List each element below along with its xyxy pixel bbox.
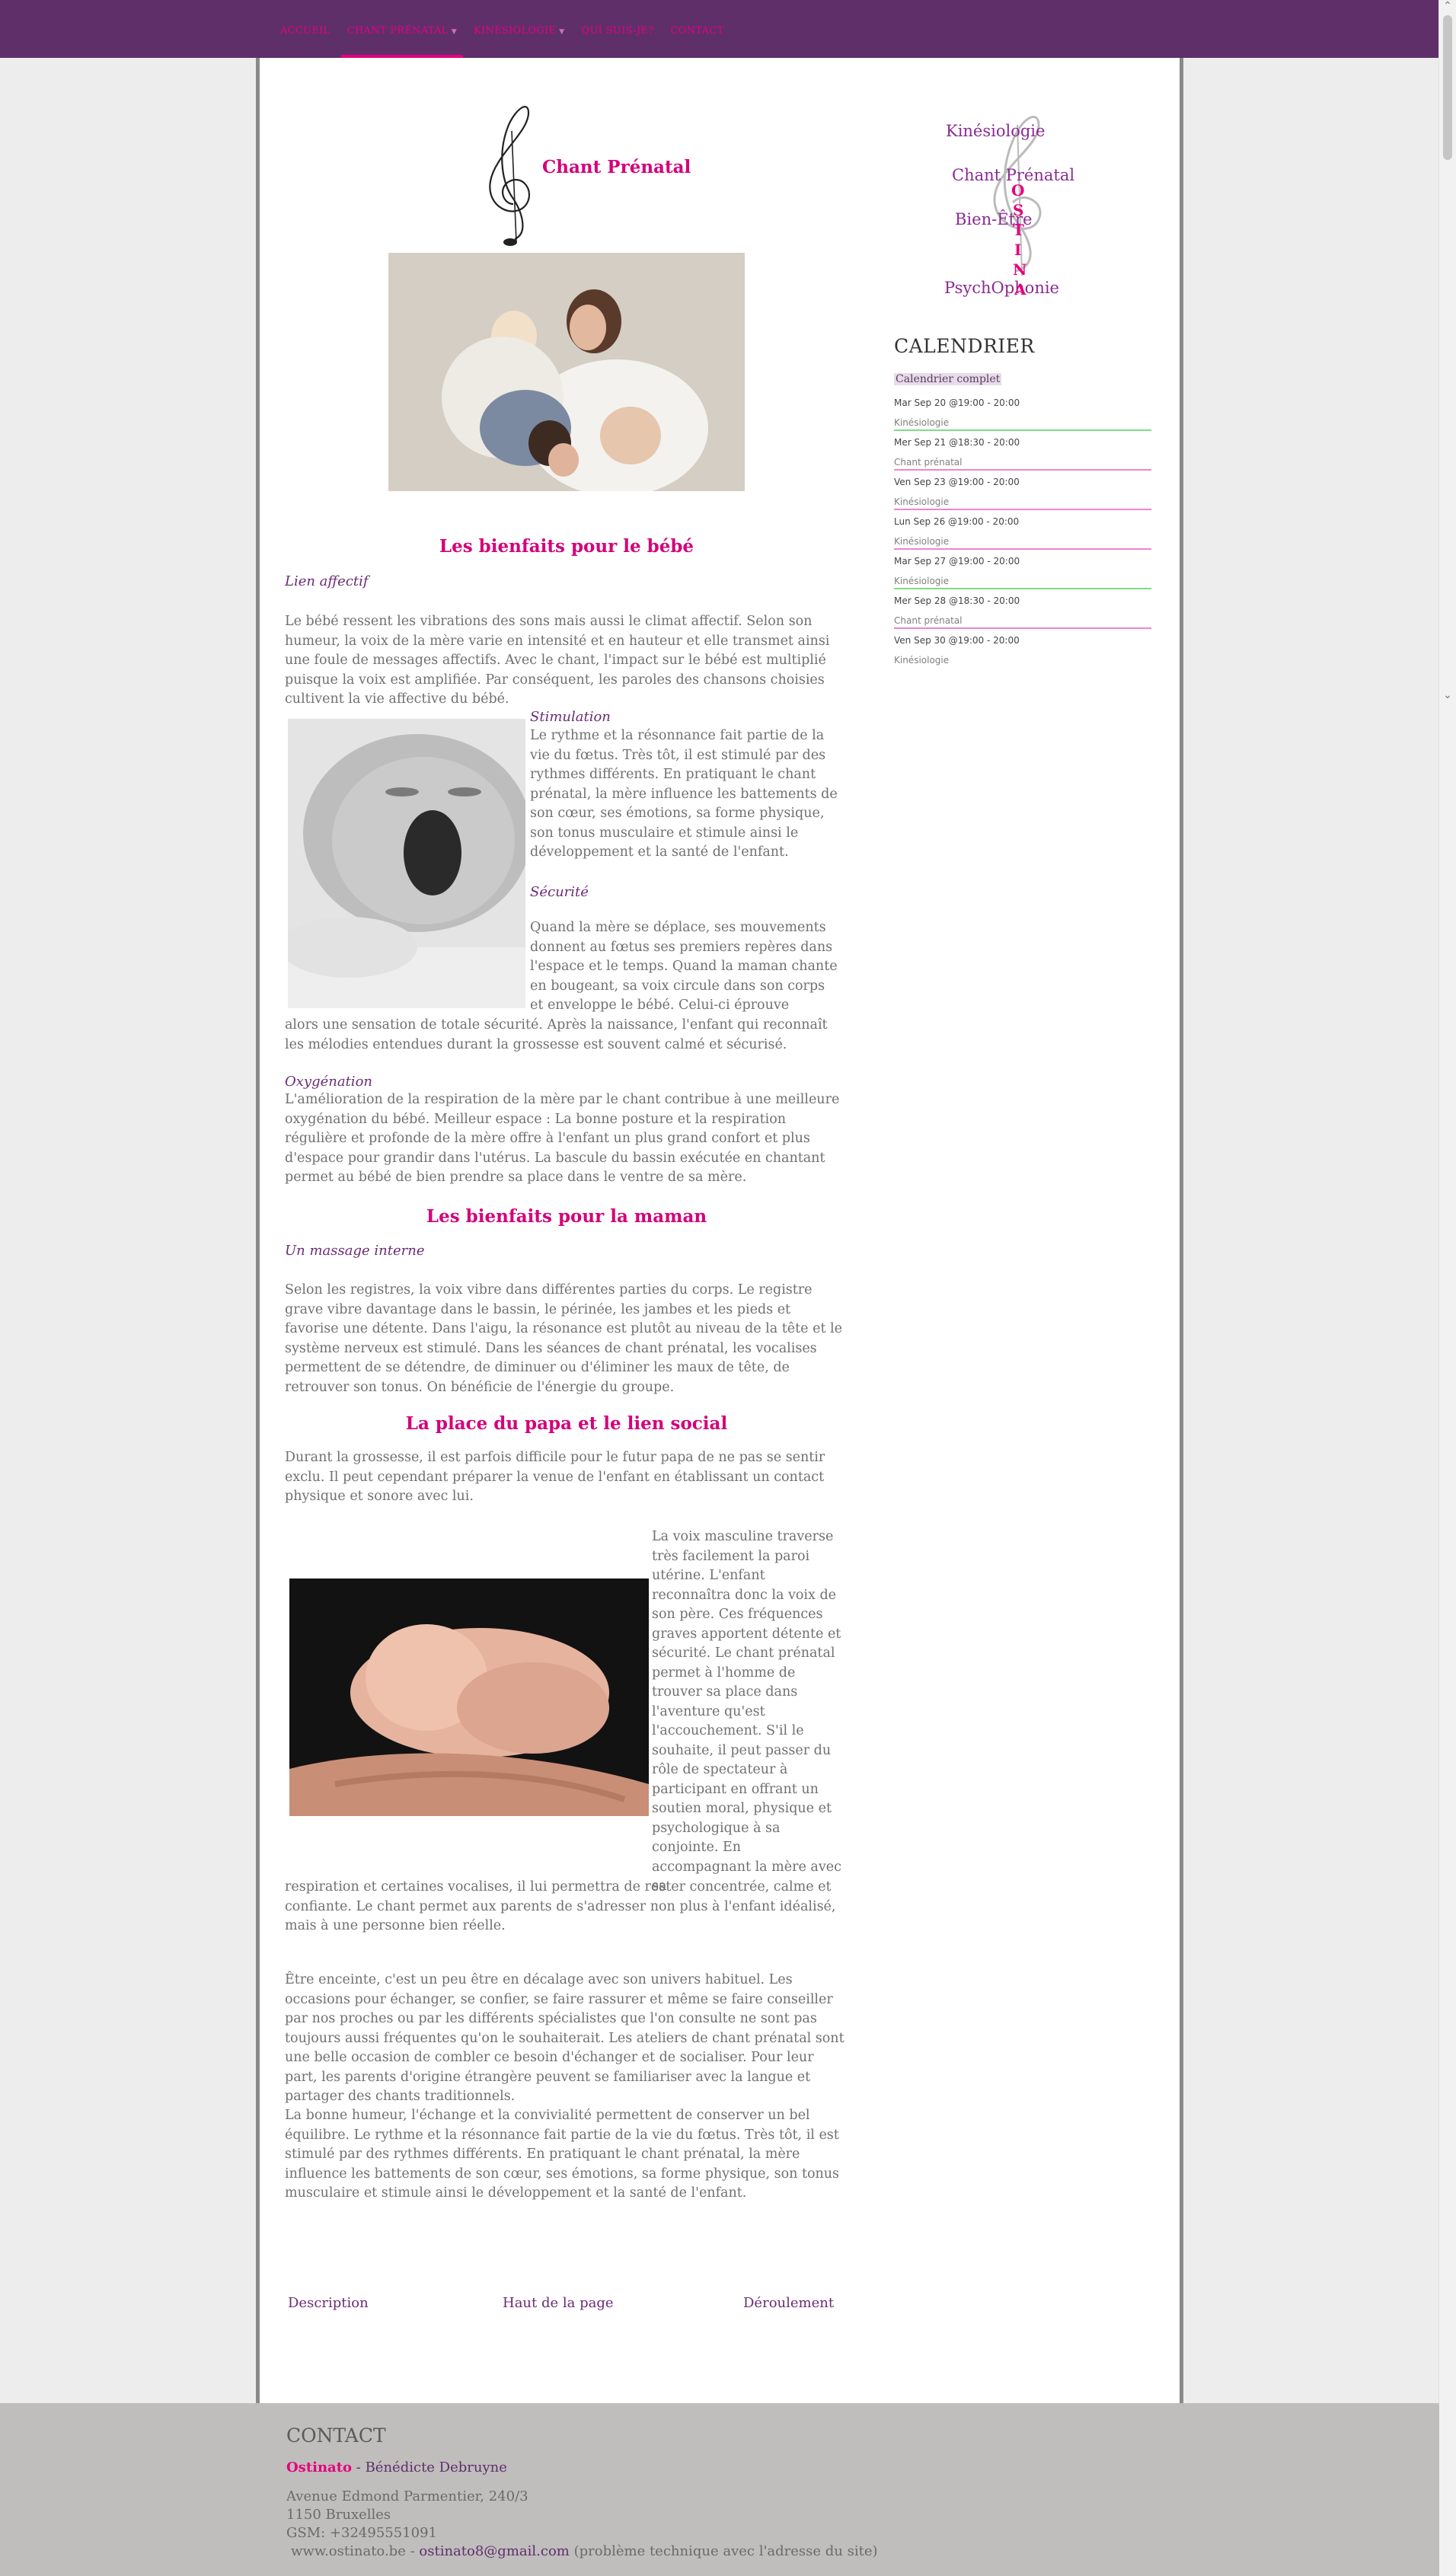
calendar-event[interactable]: Ven Sep 23 @19:00 - 20:00 Kinésiologie xyxy=(894,471,1151,510)
subtitle-securite: Sécurité xyxy=(530,884,589,900)
papa-text: Durant la grossesse, il est parfois diff… xyxy=(285,1450,825,1504)
full-calendar-link[interactable]: Calendrier complet xyxy=(894,373,1002,385)
stimulation-text: Le rythme et la résonnance fait partie d… xyxy=(530,728,838,860)
scroll-down-icon[interactable]: ⌄ xyxy=(1439,689,1456,701)
nav-label: CONTACT xyxy=(670,25,724,37)
footer-note: (problème technique avec l'adresse du si… xyxy=(569,2543,878,2559)
family-photo xyxy=(388,253,745,491)
calendar-events: Mar Sep 20 @19:00 - 20:00 Kinésiologie M… xyxy=(894,391,1151,669)
footer: CONTACT Ostinato - Bénédicte Debruyne Av… xyxy=(0,2403,1439,2576)
email-separator: - xyxy=(405,2543,420,2559)
event-date: Mar Sep 20 @19:00 - 20:00 xyxy=(894,397,1020,408)
page-title: Chant Prénatal xyxy=(542,157,691,177)
calendar-event[interactable]: Mar Sep 27 @19:00 - 20:00 Kinésiologie xyxy=(894,550,1151,589)
event-category: Kinésiologie xyxy=(894,417,950,428)
oxygenation-text: L'amélioration de la respiration de la m… xyxy=(285,1092,840,1185)
subtitle-massage: Un massage interne xyxy=(285,1243,425,1259)
treble-clef-logo xyxy=(468,90,551,250)
subtitle-oxygenation: Oxygénation xyxy=(285,1074,372,1090)
nav-label: QUI SUIS-JE? xyxy=(581,25,654,37)
main-menu: ACCUEIL CHANT PRÉNATAL ▼ KINÉSIOLOGIE ▼ QU… xyxy=(274,0,734,58)
logo-letter: A xyxy=(1014,280,1027,298)
voix-text-cont: respiration et certaines vocalises, il l… xyxy=(285,1879,836,1933)
nav-label: KINÉSIOLOGIE xyxy=(473,25,557,37)
brand-name: Ostinato xyxy=(286,2459,353,2475)
event-category: Chant prénatal xyxy=(894,615,963,626)
section-title-papa: La place du papa et le lien social xyxy=(405,1413,728,1434)
link-deroulement[interactable]: Déroulement xyxy=(743,2295,834,2311)
nav-accueil[interactable]: ACCUEIL xyxy=(274,0,337,58)
section-title-bebe: Les bienfaits pour le bébé xyxy=(439,536,694,557)
event-category: Kinésiologie xyxy=(894,536,950,547)
calendar-event[interactable]: Mer Sep 28 @18:30 - 20:00 Chant prénatal xyxy=(894,589,1151,629)
gsm-number: GSM: +32495551091 xyxy=(286,2525,437,2541)
logo-letter: N xyxy=(1013,260,1027,279)
vertical-scrollbar[interactable]: ⌃ ⌄ xyxy=(1438,0,1456,2576)
owner-name: Bénédicte Debruyne xyxy=(365,2459,507,2475)
scrollbar-thumb[interactable] xyxy=(1443,15,1452,160)
calendar-event[interactable]: Lun Sep 26 @19:00 - 20:00 Kinésiologie xyxy=(894,510,1151,550)
yawning-baby-photo xyxy=(288,719,525,1008)
nav-chant-prenatal[interactable]: CHANT PRÉNATAL ▼ xyxy=(340,0,463,58)
subtitle-stimulation: Stimulation xyxy=(530,709,611,725)
footer-brand-line: Ostinato - Bénédicte Debruyne xyxy=(286,2459,507,2475)
logo-word: PsychOphonie xyxy=(944,279,1059,297)
logo-letter: I xyxy=(1014,241,1022,259)
humeur-text: La bonne humeur, l'échange et la convivi… xyxy=(285,2108,840,2201)
calendar-event[interactable]: Mer Sep 21 @18:30 - 20:00 Chant prénatal xyxy=(894,431,1151,471)
logo-word: Kinésiologie xyxy=(946,122,1046,140)
address-line-2: 1150 Bruxelles xyxy=(286,2507,391,2523)
address-line-1: Avenue Edmond Parmentier, 240/3 xyxy=(286,2488,528,2504)
nav-label: CHANT PRÉNATAL xyxy=(346,25,449,37)
massage-text: Selon les registres, la voix vibre dans … xyxy=(285,1282,843,1395)
logo-letter: S xyxy=(1013,201,1024,219)
event-category: Kinésiologie xyxy=(894,576,950,586)
email-link[interactable]: ostinato8@gmail.com xyxy=(419,2543,569,2559)
nav-label: ACCUEIL xyxy=(280,25,330,37)
caret-down-icon: ▼ xyxy=(559,28,565,36)
subtitle-lien-affectif: Lien affectif xyxy=(285,573,369,589)
lien-affectif-text: Le bébé ressent les vibrations des sons … xyxy=(285,614,830,707)
event-date: Ven Sep 23 @19:00 - 20:00 xyxy=(894,477,1020,487)
event-category: Chant prénatal xyxy=(894,457,963,468)
event-date: Lun Sep 26 @19:00 - 20:00 xyxy=(894,516,1020,527)
nav-kinesiologie[interactable]: KINÉSIOLOGIE ▼ xyxy=(468,0,571,58)
footer-title: CONTACT xyxy=(286,2424,386,2447)
event-date: Mar Sep 27 @19:00 - 20:00 xyxy=(894,556,1020,567)
newborn-hands-photo xyxy=(289,1578,649,1816)
calendar-title: CALENDRIER xyxy=(894,335,1035,357)
footer-web-line: www.ostinato.be - ostinato8@gmail.com (p… xyxy=(291,2543,878,2559)
calendar-event[interactable]: Mar Sep 20 @19:00 - 20:00 Kinésiologie xyxy=(894,391,1151,431)
caret-down-icon: ▼ xyxy=(451,28,457,36)
event-date: Ven Sep 30 @19:00 - 20:00 xyxy=(894,635,1020,646)
event-date: Mer Sep 21 @18:30 - 20:00 xyxy=(894,437,1020,448)
website-text: www.ostinato.be xyxy=(291,2543,406,2559)
section-title-maman: Les bienfaits pour la maman xyxy=(426,1206,707,1227)
event-date: Mer Sep 28 @18:30 - 20:00 xyxy=(894,595,1020,606)
logo-letter: O xyxy=(1011,181,1025,200)
voix-text: La voix masculine traverse très facileme… xyxy=(652,1529,841,1894)
securite-text-cont: alors une sensation de totale sécurité. … xyxy=(285,1017,828,1052)
nav-contact[interactable]: CONTACT xyxy=(664,0,730,58)
ostinato-logo: Kinésiologie Chant Prénatal Bien-Être Ps… xyxy=(932,88,1145,298)
securite-text: Quand la mère se déplace, ses mouvements… xyxy=(530,920,838,1013)
link-description[interactable]: Description xyxy=(288,2295,369,2311)
top-navigation-bar: ACCUEIL CHANT PRÉNATAL ▼ KINÉSIOLOGIE ▼ QU… xyxy=(0,0,1439,58)
brand-separator: - xyxy=(352,2459,366,2475)
link-top-of-page[interactable]: Haut de la page xyxy=(503,2295,614,2311)
calendar-event[interactable]: Ven Sep 30 @19:00 - 20:00 Kinésiologie xyxy=(894,629,1151,669)
logo-letter: T xyxy=(1013,221,1024,239)
event-category: Kinésiologie xyxy=(894,655,950,666)
nav-qui-suis-je[interactable]: QUI SUIS-JE? xyxy=(576,0,660,58)
enceinte-text: Être enceinte, c'est un peu être en déca… xyxy=(285,1972,845,2104)
scroll-up-icon[interactable]: ⌃ xyxy=(1439,0,1456,12)
event-category: Kinésiologie xyxy=(894,496,950,507)
